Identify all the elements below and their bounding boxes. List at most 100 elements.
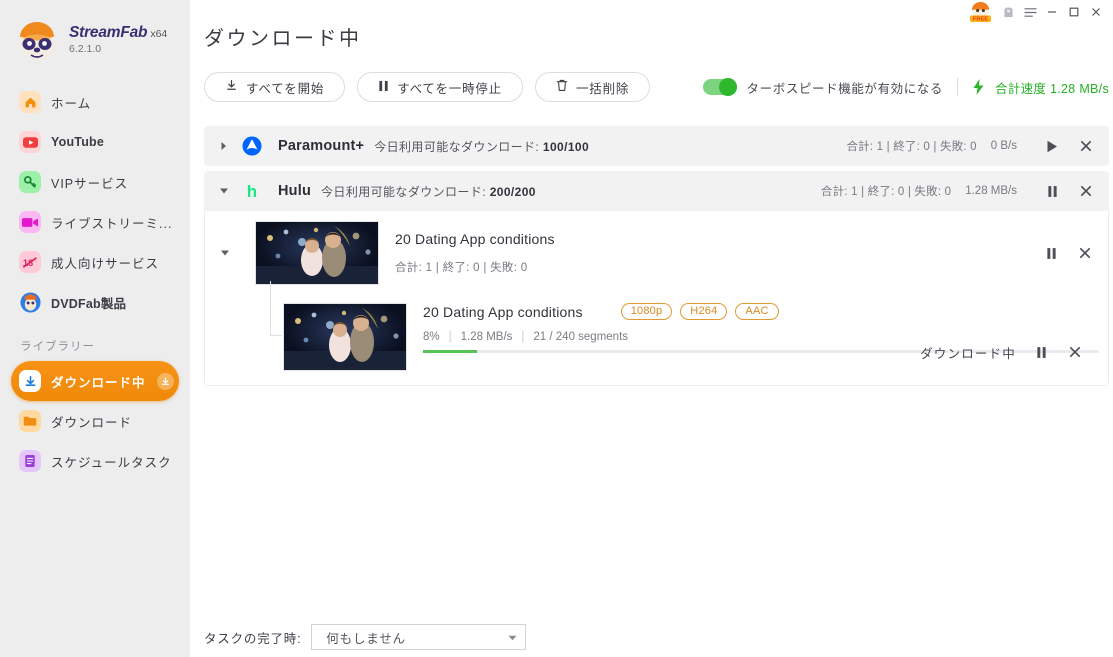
adult-18-icon: 18	[19, 251, 41, 273]
delete-all-label: 一括削除	[575, 81, 630, 96]
chevron-down-icon[interactable]	[217, 249, 233, 257]
download-badge-icon	[157, 372, 174, 390]
start-all-label: すべてを開始	[246, 81, 325, 96]
task-title: 20 Dating App conditions	[395, 231, 555, 247]
task-actions	[1030, 240, 1098, 266]
group-actions: 合計: 1 | 終了: 0 | 失敗: 0 1.28 MB/s	[821, 178, 1099, 204]
progress-percent: 8%	[423, 331, 440, 343]
subtask-wrap: 20 Dating App conditions 1080p H264 AAC …	[205, 281, 1108, 385]
on-complete-select[interactable]: 何もしません	[311, 624, 527, 650]
subtask-status: ダウンロード中	[920, 346, 1016, 361]
delete-all-button[interactable]: 一括削除	[534, 72, 651, 102]
folder-icon	[19, 410, 41, 432]
subtask-title: 20 Dating App conditions	[423, 303, 583, 320]
sidebar-item-label: DVDFab製品	[51, 296, 127, 311]
quota-label: 今日利用可能なダウンロード:	[321, 184, 486, 199]
subtask-row: 20 Dating App conditions 1080p H264 AAC …	[205, 295, 1108, 385]
hulu-logo-icon: h	[240, 181, 264, 201]
minimize-icon[interactable]	[1041, 1, 1063, 23]
progress-bar-fill	[423, 350, 478, 353]
brand-name-text: StreamFab	[69, 24, 148, 42]
pause-icon[interactable]	[1038, 240, 1064, 266]
maximize-icon[interactable]	[1063, 1, 1085, 23]
quota-label: 今日利用可能なダウンロード:	[374, 139, 540, 154]
pause-icon[interactable]	[1039, 178, 1065, 204]
toolbar: すべてを開始 すべてを一時停止 一括削除	[204, 72, 651, 102]
sidebar-item-youtube[interactable]: YouTube	[11, 122, 179, 162]
badge-video-codec: H264	[680, 303, 728, 320]
chevron-down-icon[interactable]	[216, 187, 232, 195]
sidebar-item-dvdfab[interactable]: DVDFab製品	[11, 282, 179, 322]
key-icon	[19, 171, 41, 193]
main-content: FREE ダウンロード中 すべてを開始 すべてを一時停止 一括削除 ターボスピー…	[190, 0, 1113, 657]
sidebar-item-label: VIPサービス	[51, 176, 129, 191]
close-icon[interactable]	[1073, 133, 1099, 159]
footer: タスクの完了時: 何もしません	[204, 624, 527, 650]
sidebar-item-label: 成人向けサービス	[51, 256, 160, 271]
quota-value: 200/200	[489, 184, 536, 199]
subtask-title-line: 20 Dating App conditions 1080p H264 AAC	[423, 303, 1098, 320]
download-group-hulu: h Hulu 今日利用可能なダウンロード: 200/200 合計: 1 | 終了…	[204, 171, 1109, 386]
gift-icon[interactable]	[997, 1, 1019, 23]
free-badge-icon[interactable]: FREE	[968, 1, 993, 23]
pause-all-label: すべてを一時停止	[397, 81, 502, 96]
lightning-icon	[972, 79, 985, 95]
sidebar-item-label: ホーム	[51, 96, 92, 111]
sidebar-item-label: ダウンロード	[51, 415, 133, 430]
toggle-knob	[718, 78, 737, 96]
divider	[957, 78, 959, 96]
sidebar-item-label: スケジュールタスク	[51, 455, 172, 470]
svg-text:FREE: FREE	[973, 17, 988, 23]
subtask-actions: ダウンロード中	[920, 339, 1088, 365]
sidebar-item-livestream[interactable]: ライブストリーミ...	[11, 202, 179, 242]
site-name: Hulu	[278, 183, 312, 199]
pause-icon	[378, 80, 389, 95]
group-speed: 1.28 MB/s	[965, 185, 1017, 197]
sidebar-item-label: ダウンロード中	[51, 375, 146, 390]
total-speed: 合計速度 1.28 MB/s	[995, 78, 1109, 97]
site-quota: 今日利用可能なダウンロード: 100/100	[374, 138, 589, 155]
close-icon[interactable]	[1073, 178, 1099, 204]
brand-arch: x64	[150, 28, 168, 41]
window-titlebar: FREE	[968, 0, 1113, 24]
sidebar-item-scheduled[interactable]: スケジュールタスク	[11, 441, 179, 481]
group-speed: 0 B/s	[990, 140, 1017, 152]
close-icon[interactable]	[1072, 240, 1098, 266]
group-stats: 合計: 1 | 終了: 0 | 失敗: 0	[846, 141, 977, 153]
sidebar-item-adult[interactable]: 18 成人向けサービス	[11, 242, 179, 282]
sidebar-item-home[interactable]: ホーム	[11, 82, 179, 122]
start-all-button[interactable]: すべてを開始	[204, 72, 346, 102]
app-window: StreamFab x64 6.2.1.0 ホーム YouTube VIPサービ…	[0, 0, 1113, 657]
group-header[interactable]: h Hulu 今日利用可能なダウンロード: 200/200 合計: 1 | 終了…	[204, 171, 1109, 211]
group-header[interactable]: Paramount+ 今日利用可能なダウンロード: 100/100 合計: 1 …	[204, 126, 1109, 166]
badge-audio-codec: AAC	[735, 303, 779, 320]
sidebar-item-downloading[interactable]: ダウンロード中	[11, 361, 179, 401]
brand: StreamFab x64 6.2.1.0	[0, 0, 190, 62]
subtask-meta: 20 Dating App conditions 1080p H264 AAC …	[423, 303, 1099, 361]
sidebar-item-downloads[interactable]: ダウンロード	[11, 401, 179, 441]
sidebar-item-label: YouTube	[51, 135, 105, 149]
youtube-icon	[19, 131, 41, 153]
task-row: 20 Dating App conditions 合計: 1 | 終了: 0 |…	[205, 211, 1108, 295]
pause-all-button[interactable]: すべてを一時停止	[357, 72, 523, 102]
total-speed-value: 1.28 MB/s	[1050, 81, 1109, 96]
hamburger-menu-icon[interactable]	[1019, 1, 1041, 23]
schedule-icon	[19, 450, 41, 472]
paramount-logo-icon	[240, 136, 264, 156]
site-name: Paramount+	[278, 138, 365, 154]
sidebar-item-vip[interactable]: VIPサービス	[11, 162, 179, 202]
total-speed-label: 合計速度	[995, 81, 1047, 96]
sidebar-nav: ホーム YouTube VIPサービス ライブストリーミ... 成人向けサービス…	[0, 82, 190, 481]
pause-icon[interactable]	[1028, 339, 1054, 365]
chevron-right-icon[interactable]	[216, 141, 232, 151]
play-icon[interactable]	[1039, 133, 1065, 159]
sidebar: StreamFab x64 6.2.1.0 ホーム YouTube VIPサービ…	[0, 0, 190, 657]
quality-badges: 1080p H264 AAC	[620, 303, 779, 320]
close-icon[interactable]	[1062, 339, 1088, 365]
turbo-speed-toggle[interactable]	[702, 78, 737, 96]
trash-icon	[556, 79, 568, 95]
chevron-down-icon	[508, 628, 517, 646]
brand-version: 6.2.1.0	[69, 42, 102, 55]
segments-count: 21 / 240 segments	[533, 331, 629, 343]
close-icon[interactable]	[1085, 1, 1107, 23]
